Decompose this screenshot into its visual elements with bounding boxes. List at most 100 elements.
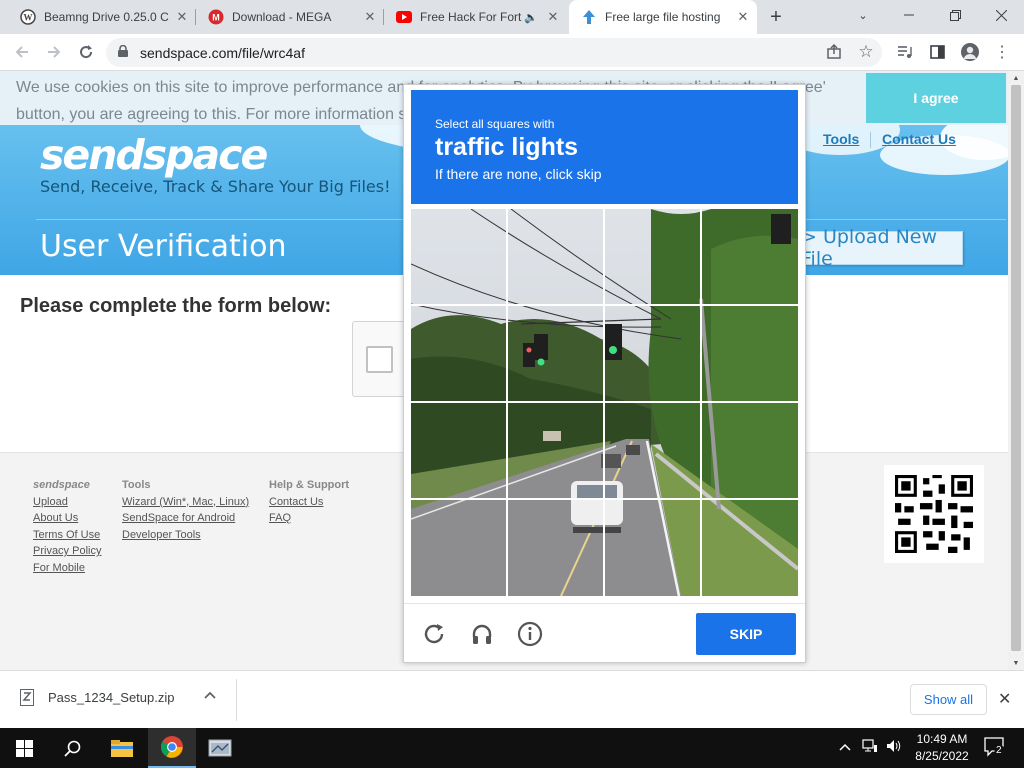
footer-link-android[interactable]: SendSpace for Android [122, 510, 249, 527]
footer-column-sendspace: sendspace Upload About Us Terms Of Use P… [33, 477, 101, 576]
footer-link-privacy[interactable]: Privacy Policy [33, 543, 101, 560]
close-icon[interactable]: ✕ [174, 9, 190, 25]
footer-link-terms[interactable]: Terms Of Use [33, 527, 101, 544]
scroll-down-arrow[interactable]: ▼ [1008, 656, 1024, 670]
close-icon[interactable]: ✕ [362, 9, 378, 25]
captcha-tile[interactable] [508, 306, 604, 402]
captcha-tile[interactable] [411, 500, 507, 596]
windows-start-icon[interactable] [0, 728, 48, 768]
nav-tools[interactable]: Tools [823, 131, 859, 147]
info-icon[interactable] [516, 620, 544, 648]
captcha-tile[interactable] [605, 209, 701, 305]
captcha-tile[interactable] [605, 500, 701, 596]
upload-new-file-button[interactable]: > Upload New File [800, 226, 963, 270]
footer-heading: sendspace [33, 479, 90, 491]
sendspace-icon [581, 9, 597, 25]
page-scrollbar[interactable]: ▲ ▼ [1008, 71, 1024, 670]
captcha-tile[interactable] [508, 209, 604, 305]
footer-link-developer[interactable]: Developer Tools [122, 527, 249, 544]
notification-center-icon[interactable]: 2 [984, 737, 1006, 760]
audio-playing-icon[interactable]: 🔈 [523, 9, 539, 25]
captcha-tile[interactable] [702, 403, 798, 499]
scroll-up-arrow[interactable]: ▲ [1008, 71, 1024, 85]
forward-button[interactable] [42, 40, 66, 64]
captcha-tile[interactable] [702, 500, 798, 596]
svg-text:W: W [24, 13, 33, 23]
reload-button[interactable] [74, 40, 98, 64]
tab-wordpress[interactable]: W Beamng Drive 0.25.0 C ✕ [8, 0, 196, 34]
tab-sendspace[interactable]: Free large file hosting ✕ [569, 0, 757, 34]
tab-title: Beamng Drive 0.25.0 C [44, 10, 169, 24]
scrollbar-thumb[interactable] [1011, 85, 1021, 651]
clock-date: 8/25/2022 [915, 749, 969, 763]
divider [236, 679, 237, 721]
new-tab-button[interactable]: + [764, 5, 788, 29]
footer-link-faq[interactable]: FAQ [269, 510, 349, 527]
footer-link-wizard[interactable]: Wizard (Win*, Mac, Linux) [122, 494, 249, 511]
captcha-tile[interactable] [605, 306, 701, 402]
chrome-icon[interactable] [148, 728, 196, 768]
download-bar: Pass_1234_Setup.zip Show all ✕ [0, 670, 1024, 728]
skip-button[interactable]: SKIP [696, 613, 796, 655]
search-icon[interactable] [48, 728, 96, 768]
zip-file-icon [20, 689, 34, 706]
file-explorer-icon[interactable] [98, 728, 146, 768]
close-icon[interactable]: ✕ [735, 9, 751, 25]
tab-strip: W Beamng Drive 0.25.0 C ✕ M Download - M… [0, 0, 1024, 34]
profile-avatar[interactable] [961, 43, 979, 61]
captcha-tile[interactable] [702, 306, 798, 402]
back-button[interactable] [10, 40, 34, 64]
footer-link-mobile[interactable]: For Mobile [33, 560, 101, 577]
site-tagline: Send, Receive, Track & Share Your Big Fi… [40, 177, 391, 196]
network-icon[interactable] [862, 739, 878, 756]
footer-column-help: Help & Support Contact Us FAQ [269, 477, 349, 527]
tab-title: Free large file hosting [605, 10, 721, 24]
i-agree-button[interactable]: I agree [866, 73, 1006, 123]
notification-count: 2 [996, 745, 1002, 756]
system-clock[interactable]: 10:49 AM 8/25/2022 [904, 731, 980, 765]
captcha-tile[interactable] [702, 209, 798, 305]
recaptcha-checkbox[interactable] [366, 346, 393, 373]
share-icon[interactable] [822, 40, 846, 64]
captcha-tile[interactable] [605, 403, 701, 499]
close-window-button[interactable] [978, 0, 1024, 30]
download-item[interactable]: Pass_1234_Setup.zip [20, 689, 174, 706]
address-bar[interactable]: sendspace.com/file/wrc4af [106, 38, 882, 67]
app-icon[interactable] [196, 728, 244, 768]
site-logo[interactable]: sendspace [40, 131, 268, 179]
minimize-button[interactable] [886, 0, 932, 30]
captcha-tile[interactable] [411, 209, 507, 305]
restore-button[interactable] [932, 0, 978, 30]
show-all-button[interactable]: Show all [910, 684, 987, 715]
media-control-icon[interactable] [893, 40, 917, 64]
reload-challenge-icon[interactable] [420, 620, 448, 648]
nav-contact-us[interactable]: Contact Us [882, 131, 956, 147]
close-icon[interactable]: ✕ [998, 689, 1011, 709]
tab-title: Free Hack For Fort [420, 10, 522, 24]
chevron-up-icon[interactable] [839, 739, 851, 754]
captcha-tile[interactable] [411, 306, 507, 402]
captcha-tile[interactable] [508, 403, 604, 499]
close-icon[interactable]: ✕ [545, 9, 561, 25]
captcha-header: Select all squares with traffic lights I… [411, 90, 798, 204]
footer-link-upload[interactable]: Upload [33, 494, 101, 511]
chevron-up-icon[interactable] [204, 688, 216, 702]
menu-kebab-icon[interactable]: ⋮ [990, 40, 1014, 64]
footer-link-about-us[interactable]: About Us [33, 510, 101, 527]
youtube-icon [396, 9, 412, 25]
side-panel-icon[interactable] [925, 40, 949, 64]
tab-mega[interactable]: M Download - MEGA ✕ [196, 0, 384, 34]
tab-search-icon[interactable]: ⌄ [840, 0, 886, 30]
audio-challenge-icon[interactable] [468, 620, 496, 648]
footer-column-tools: Tools Wizard (Win*, Mac, Linux) SendSpac… [122, 477, 249, 543]
captcha-instruction: Select all squares with [435, 117, 555, 131]
url-text: sendspace.com/file/wrc4af [140, 44, 305, 61]
lock-icon [118, 44, 132, 60]
captcha-tile[interactable] [411, 403, 507, 499]
bookmark-star-icon[interactable]: ☆ [854, 40, 878, 64]
captcha-tile[interactable] [508, 500, 604, 596]
captcha-target: traffic lights [435, 133, 579, 161]
footer-link-contact[interactable]: Contact Us [269, 494, 349, 511]
volume-icon[interactable] [886, 739, 902, 756]
tab-youtube[interactable]: Free Hack For Fort 🔈 ✕ [384, 0, 567, 34]
